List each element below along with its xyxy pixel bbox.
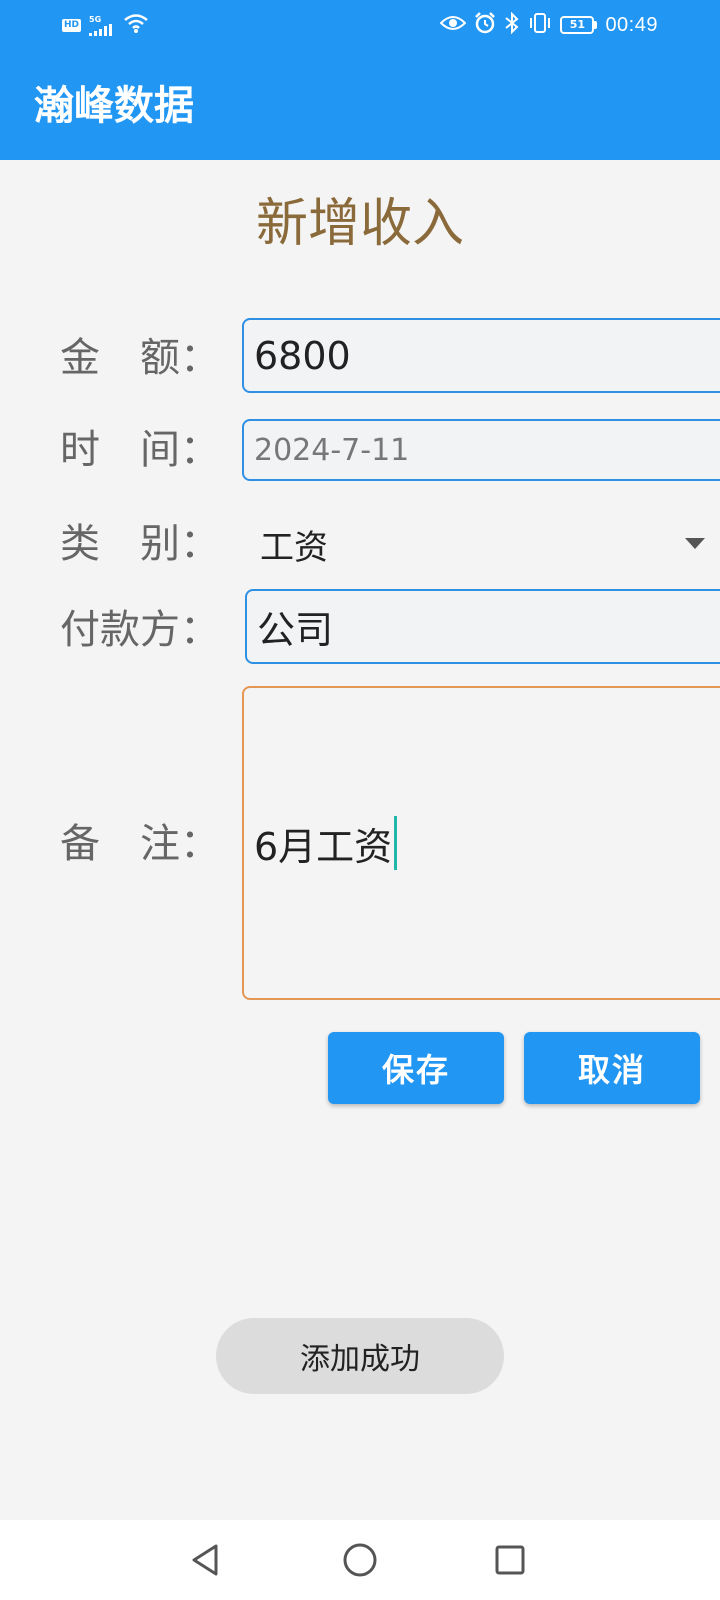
bluetooth-icon	[504, 11, 520, 38]
category-value: 工资	[260, 527, 328, 568]
text-cursor	[394, 816, 398, 870]
battery-level: 51	[560, 16, 595, 34]
note-textarea[interactable]: 6月工资	[242, 686, 720, 1000]
status-bar-left: HD 5G	[62, 12, 149, 38]
app-header: HD 5G 51 00:49 瀚峰数据	[0, 0, 720, 160]
wifi-icon	[123, 12, 149, 38]
network-type-label: 5G	[89, 14, 102, 24]
amount-label: 金 额：	[60, 335, 220, 381]
payer-value: 公司	[257, 608, 334, 652]
amount-value: 6800	[254, 333, 351, 378]
amount-input[interactable]: 6800	[242, 318, 720, 393]
cancel-button[interactable]: 取消	[524, 1032, 700, 1104]
time-label: 时 间：	[60, 427, 220, 473]
dropdown-arrow-icon	[685, 538, 705, 549]
status-bar-right: 51 00:49	[440, 11, 658, 38]
payer-label: 付款方：	[60, 607, 220, 653]
category-label: 类 别：	[60, 521, 220, 567]
vibrate-icon	[528, 12, 552, 38]
back-icon[interactable]	[186, 1540, 226, 1580]
category-select[interactable]: 工资	[260, 516, 720, 572]
toast-message: 添加成功	[216, 1318, 504, 1394]
date-input[interactable]: 2024-7-11	[242, 419, 720, 481]
alarm-icon	[474, 12, 496, 38]
home-icon[interactable]	[340, 1540, 380, 1580]
navigation-bar	[0, 1520, 720, 1600]
app-title: 瀚峰数据	[34, 83, 194, 129]
note-value: 6月工资	[254, 824, 393, 869]
save-button[interactable]: 保存	[328, 1032, 504, 1104]
status-clock: 00:49	[605, 13, 658, 36]
date-value: 2024-7-11	[254, 432, 410, 468]
signal-icon: 5G	[89, 15, 115, 36]
payer-input[interactable]: 公司	[245, 589, 720, 664]
recent-apps-icon[interactable]	[490, 1540, 530, 1580]
page-title: 新增收入	[255, 194, 464, 254]
battery-icon: 51	[560, 16, 598, 34]
eye-icon	[440, 14, 467, 36]
status-bar: HD 5G 51 00:49	[0, 0, 720, 50]
hd-icon: HD	[62, 18, 82, 32]
note-label: 备 注：	[60, 821, 220, 867]
screen: HD 5G 51 00:49 瀚峰数据 新增收入 金 额： 6800 时 间： …	[0, 0, 720, 1600]
